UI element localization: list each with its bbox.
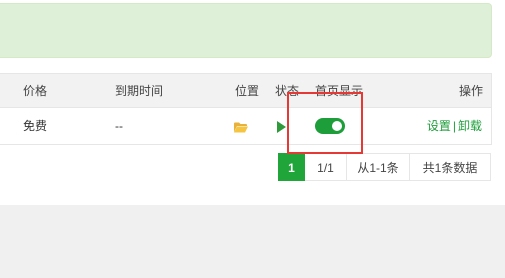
row-price: 免费 (23, 119, 48, 133)
plugin-table: 价格 到期时间 位置 状态 首页显示 操作 免费 -- 设置 | 卸载 (0, 73, 492, 145)
page-current[interactable]: 1 (278, 153, 305, 181)
page: 价格 到期时间 位置 状态 首页显示 操作 免费 -- 设置 | 卸载 1 1/… (0, 0, 505, 278)
action-separator: | (452, 119, 456, 133)
table-header: 价格 到期时间 位置 状态 首页显示 操作 (0, 74, 491, 108)
header-location: 位置 (235, 84, 260, 98)
notice-banner (0, 3, 492, 58)
settings-link[interactable]: 设置 (427, 119, 451, 133)
uninstall-link[interactable]: 卸载 (458, 119, 482, 133)
toggle-knob (332, 121, 342, 131)
header-expire: 到期时间 (115, 84, 164, 98)
header-price: 价格 (23, 84, 48, 98)
pagination: 1 1/1 从1-1条 共1条数据 (278, 153, 491, 181)
header-actions: 操作 (458, 84, 483, 98)
table-row: 免费 -- 设置 | 卸载 (0, 108, 491, 145)
header-status: 状态 (275, 84, 300, 98)
folder-icon[interactable] (234, 122, 248, 133)
row-actions: 设置 | 卸载 (427, 108, 482, 145)
homepage-toggle[interactable] (315, 118, 345, 134)
page-total: 共1条数据 (410, 153, 491, 181)
header-homepage: 首页显示 (315, 84, 364, 98)
footer-area (0, 205, 505, 278)
page-range: 从1-1条 (347, 153, 410, 181)
page-count: 1/1 (305, 153, 347, 181)
row-expire: -- (115, 119, 123, 133)
play-icon[interactable] (277, 121, 286, 133)
